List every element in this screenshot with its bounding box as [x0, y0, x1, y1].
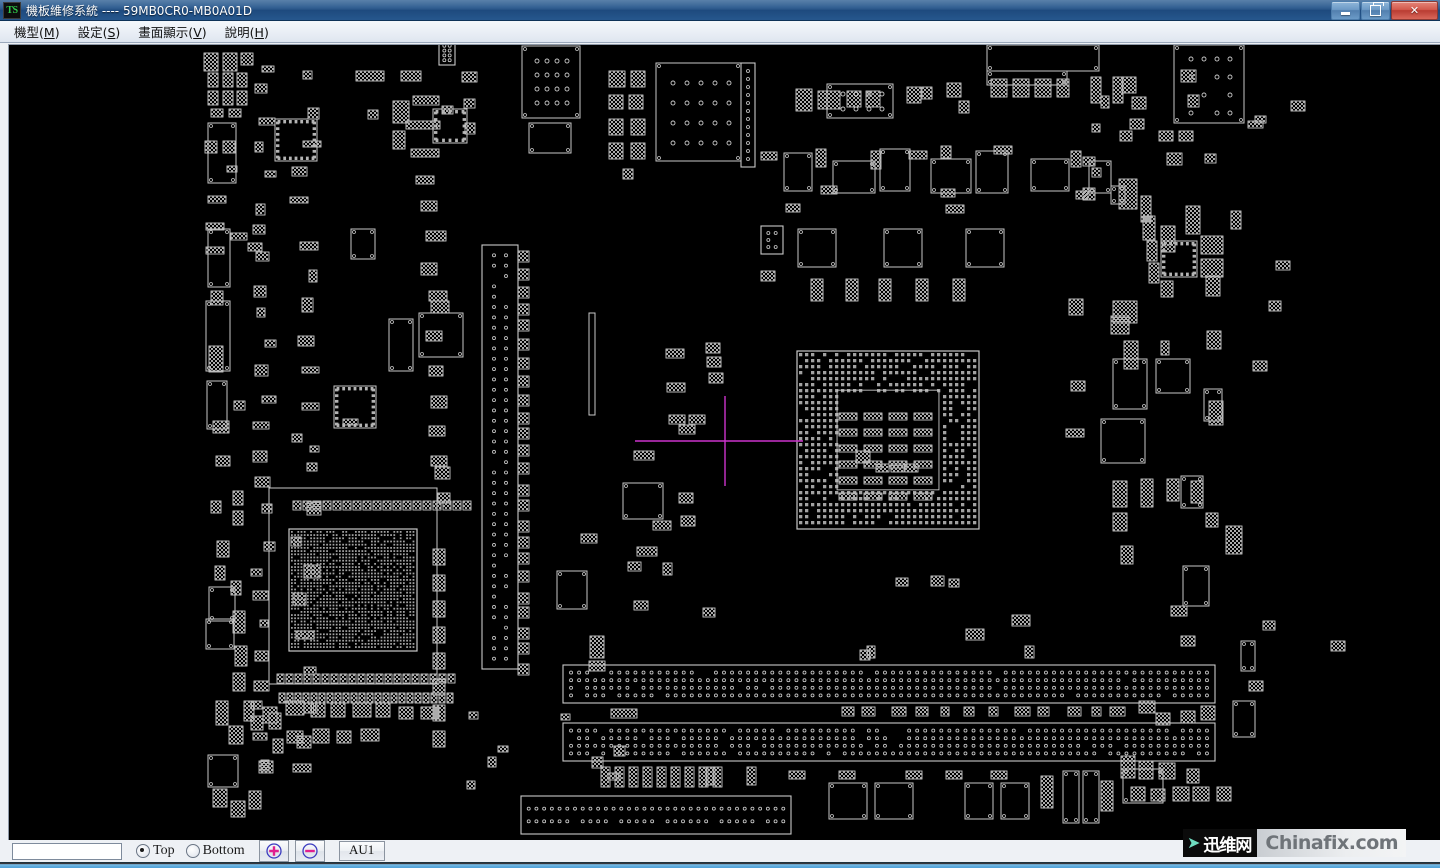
watermark-logo-block: ➤ 迅维网 — [1183, 829, 1258, 857]
plus-icon — [265, 843, 282, 859]
menu-model[interactable]: 機型(M) — [6, 20, 70, 43]
minus-icon — [301, 843, 318, 859]
radio-bottom[interactable] — [185, 844, 200, 858]
watermark-chinese: 迅维网 — [1203, 835, 1252, 856]
application-window: TS 機板維修系統 ---- 59MB0CR0-MB0A01D ✕ 機型(M) … — [0, 0, 1440, 868]
restore-button[interactable] — [1361, 1, 1390, 20]
menu-help[interactable]: 說明(H) — [217, 20, 279, 43]
radio-bottom-label: Bottom — [202, 843, 245, 858]
window-controls: ✕ — [1331, 1, 1438, 20]
pcb-boardview[interactable] — [8, 44, 1440, 840]
board-side-radio-group: Top Bottom — [136, 843, 253, 859]
watermark-domain: Chinafix.com — [1265, 832, 1399, 854]
app-icon: TS — [3, 1, 21, 19]
menu-view[interactable]: 畫面顯示(V) — [130, 20, 216, 43]
close-icon: ✕ — [1409, 4, 1420, 17]
aux-layer-button[interactable]: AU1 — [338, 841, 385, 861]
menu-bar: 機型(M) 設定(S) 畫面顯示(V) 說明(H) — [0, 21, 1440, 43]
radio-top[interactable] — [136, 844, 150, 858]
radio-top-label: Top — [153, 843, 175, 858]
pcb-layout-graphic — [203, 45, 1346, 835]
zoom-out-button[interactable] — [294, 840, 325, 862]
site-watermark: ➤ 迅维网 Chinafix.com — [1183, 829, 1407, 857]
component-search-input[interactable] — [12, 842, 122, 860]
watermark-arrow-icon: ➤ — [1187, 833, 1201, 852]
minimize-button[interactable] — [1331, 1, 1360, 20]
windows-taskbar[interactable] — [0, 862, 1440, 868]
close-button[interactable]: ✕ — [1391, 1, 1438, 20]
watermark-domain-block: Chinafix.com — [1257, 829, 1407, 857]
restore-icon — [1362, 2, 1389, 19]
menu-settings[interactable]: 設定(S) — [70, 20, 131, 43]
zoom-in-button[interactable] — [258, 840, 289, 862]
title-bar: TS 機板維修系統 ---- 59MB0CR0-MB0A01D ✕ — [0, 0, 1440, 21]
minimize-icon — [1332, 2, 1359, 19]
window-title: 機板維修系統 ---- 59MB0CR0-MB0A01D — [26, 3, 253, 18]
board-canvas-frame — [0, 43, 1440, 840]
